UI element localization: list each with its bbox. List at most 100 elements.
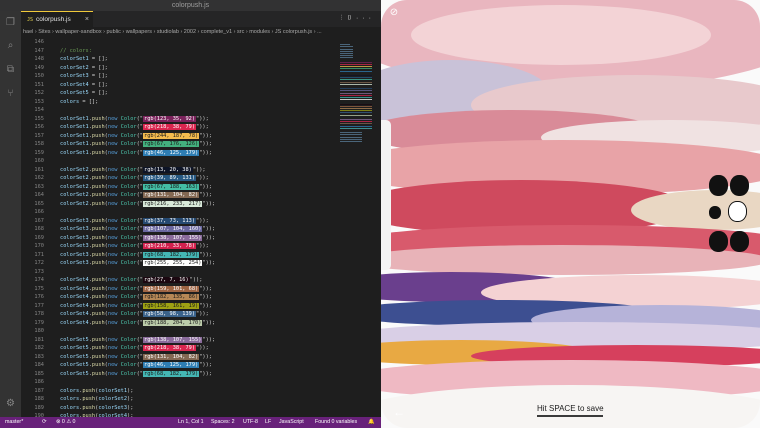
code-token: push <box>91 243 105 249</box>
indentation[interactable]: Spaces: 2 <box>211 417 235 428</box>
line-number: 182 <box>34 345 44 351</box>
tab-bar: JS colorpush.js × ⫶▯··· <box>21 11 381 27</box>
color-swatch-string: rgb(37, 73, 113) <box>143 217 197 224</box>
code-token: push <box>91 302 105 309</box>
language-mode[interactable]: JavaScript <box>279 417 304 428</box>
code-token: colorSet3 <box>60 260 89 266</box>
line-content: colorSet2 = []; <box>60 64 108 73</box>
search-icon[interactable]: ⌕ <box>5 40 16 51</box>
notifications-bell-icon[interactable]: 🔔 <box>368 417 375 428</box>
color-swatch-string: rgb(67, 176, 126) <box>143 141 200 147</box>
line-content: colors.push(colorSet1); <box>60 387 133 396</box>
color-swatch-string: rgb(188, 204, 170) <box>143 319 203 326</box>
minimap-line <box>340 79 372 81</box>
code-token: Color <box>120 277 137 283</box>
line-content: colorSet4.push(new Color("rgb(27, 7, 16)… <box>60 276 202 285</box>
palette-dot[interactable] <box>730 175 749 196</box>
files-icon[interactable]: ❐ <box>5 17 16 28</box>
line-number: 168 <box>34 226 44 232</box>
code-token: Color <box>120 226 137 232</box>
code-token: colors <box>60 404 80 411</box>
minimap[interactable] <box>336 38 381 417</box>
code-token: colorSet2 <box>60 64 89 71</box>
color-swatch-string: rgb(255, 255, 254) <box>143 260 203 266</box>
palette-dot[interactable] <box>709 206 721 219</box>
palette-selector[interactable] <box>707 175 751 255</box>
code-token: push <box>91 251 105 258</box>
code-token: colorSet3 <box>60 234 89 241</box>
palette-dot-selected[interactable] <box>728 201 747 222</box>
line-content: colorSet4.push(new Color("rgb(182, 135, … <box>60 293 212 302</box>
line-content: colorSet3.push(new Color("rgb(138, 107, … <box>60 234 215 243</box>
cursor-position[interactable]: Ln 1, Col 1 <box>178 417 204 428</box>
line-content: colorSet3.push(new Color("rgb(210, 33, 7… <box>60 242 209 251</box>
color-swatch-string: rgb(68, 182, 179) <box>143 251 200 258</box>
code-token: ")); <box>199 141 212 147</box>
line-content: colorSet5.push(new Color("rgb(68, 182, 1… <box>60 370 212 379</box>
color-swatch-string: rgb(216, 233, 217) <box>143 200 203 207</box>
code-token: Color <box>120 370 137 377</box>
line-number: 159 <box>34 149 44 156</box>
breadcrumb[interactable]: hael › Sites › wallpaper-sandbox › publi… <box>21 27 381 37</box>
code-token: Color <box>120 200 137 207</box>
eye-off-icon[interactable]: ⊘ <box>387 6 401 20</box>
palette-dot[interactable] <box>709 175 728 196</box>
code-token: ")); <box>199 183 212 190</box>
code-token: colorSet5 <box>60 336 89 343</box>
line-number: 186 <box>34 379 44 385</box>
code-token: ")); <box>196 175 209 181</box>
code-token: ")); <box>192 166 206 173</box>
problems-indicator[interactable]: ⊗ 0 ⚠ 0 <box>56 417 76 428</box>
palette-dot[interactable] <box>709 231 728 252</box>
line-number: 156 <box>34 124 44 130</box>
color-swatch-string: rgb(123, 35, 92) <box>143 115 197 122</box>
line-number: 172 <box>34 260 44 266</box>
source-control-icon[interactable]: ⑂ <box>5 88 16 99</box>
code-token: colorSet1 <box>98 387 128 394</box>
line-number: 188 <box>34 396 44 402</box>
code-token: = []; <box>88 64 108 71</box>
code-token: = []; <box>88 73 108 79</box>
minimap-line <box>340 119 372 120</box>
code-token: ")); <box>196 345 209 351</box>
code-token: colorSet4 <box>60 294 89 300</box>
variables-status[interactable]: Found 0 variables <box>315 417 357 428</box>
code-token: colorSet5 <box>60 90 89 96</box>
minimap-line <box>340 68 372 70</box>
line-content: colorSet3 = []; <box>60 72 108 81</box>
minimap-line <box>340 48 353 50</box>
line-ending[interactable]: LF <box>265 417 271 428</box>
line-content: colorSet4.push(new Color("rgb(58, 98, 13… <box>60 310 209 319</box>
code-token: ")); <box>202 336 216 343</box>
line-number: 158 <box>34 141 44 147</box>
back-arrow-icon[interactable]: ← <box>393 405 405 419</box>
line-content: colorSet2.push(new Color("rgb(13, 20, 38… <box>60 166 206 175</box>
code-area[interactable]: 146 147 // colors: 148 colorSet1 = []; 149 col… <box>21 38 336 417</box>
minimap-line <box>340 88 372 90</box>
code-token: ")); <box>199 370 212 377</box>
sync-icon[interactable]: ⟳ <box>42 417 46 428</box>
extensions-icon[interactable]: ⧉ <box>5 64 16 75</box>
toggle-panel-icon[interactable]: ▯ <box>346 15 356 22</box>
more-actions-icon[interactable]: ··· <box>356 15 375 22</box>
code-token: // colors: <box>60 47 92 54</box>
settings-gear-icon[interactable]: ⚙ <box>5 398 16 409</box>
color-swatch-string: rgb(244, 187, 78) <box>143 132 200 139</box>
line-number: 183 <box>34 353 44 360</box>
minimap-line <box>340 134 363 136</box>
minimap-line <box>340 97 372 98</box>
code-token: push <box>91 115 105 122</box>
wallpaper-preview: ⊘ ← Hit SPACE to save <box>381 0 760 428</box>
line-number: 154 <box>34 107 44 113</box>
code-token: colors <box>60 98 80 105</box>
line-content: colorSet4.push(new Color("rgb(159, 101, … <box>60 285 212 294</box>
color-swatch-string: rgb(39, 89, 131) <box>143 175 197 181</box>
tab-colorpush[interactable]: JS colorpush.js × <box>21 11 93 27</box>
close-tab-icon[interactable]: × <box>85 12 89 27</box>
branch-indicator[interactable]: master* <box>5 417 23 428</box>
code-token: colorSet3 <box>60 251 89 258</box>
encoding[interactable]: UTF-8 <box>243 417 258 428</box>
side-handle[interactable] <box>381 120 391 270</box>
palette-dot[interactable] <box>730 231 749 252</box>
color-swatch-string: rgb(46, 125, 179) <box>143 362 200 368</box>
